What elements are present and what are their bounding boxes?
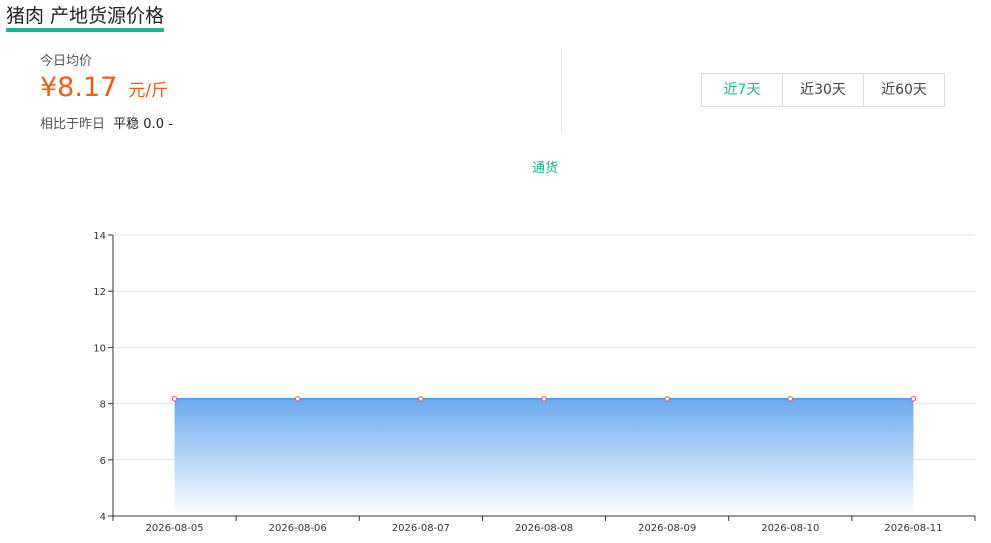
x-tick-label: 2026-08-07 <box>392 523 450 534</box>
series-area-fill <box>174 398 914 516</box>
y-tick-label: 12 <box>93 287 106 298</box>
y-tick-label: 6 <box>100 456 106 467</box>
y-tick-label: 10 <box>93 343 106 354</box>
y-tick-label: 14 <box>93 231 106 242</box>
price-area-chart: 4 6 8 10 12 14 2026-08-05 2026-08-06 2026-08-07 2… <box>93 231 976 534</box>
data-point <box>295 396 301 402</box>
x-tick-label: 2026-08-10 <box>761 523 819 534</box>
data-point <box>787 396 793 402</box>
x-tick-label: 2026-08-11 <box>884 523 942 534</box>
x-tick-label: 2026-08-08 <box>515 523 573 534</box>
x-tick-label: 2026-08-05 <box>146 523 204 534</box>
x-tick-label: 2026-08-09 <box>638 523 696 534</box>
y-tick-label: 8 <box>100 400 106 411</box>
data-point <box>171 396 178 402</box>
y-tick-label: 4 <box>100 512 106 523</box>
data-point <box>664 396 670 402</box>
data-point <box>910 396 917 402</box>
x-tick-label: 2026-08-06 <box>269 523 327 534</box>
series-area <box>174 397 914 516</box>
data-point <box>418 396 424 402</box>
data-point <box>541 396 547 402</box>
